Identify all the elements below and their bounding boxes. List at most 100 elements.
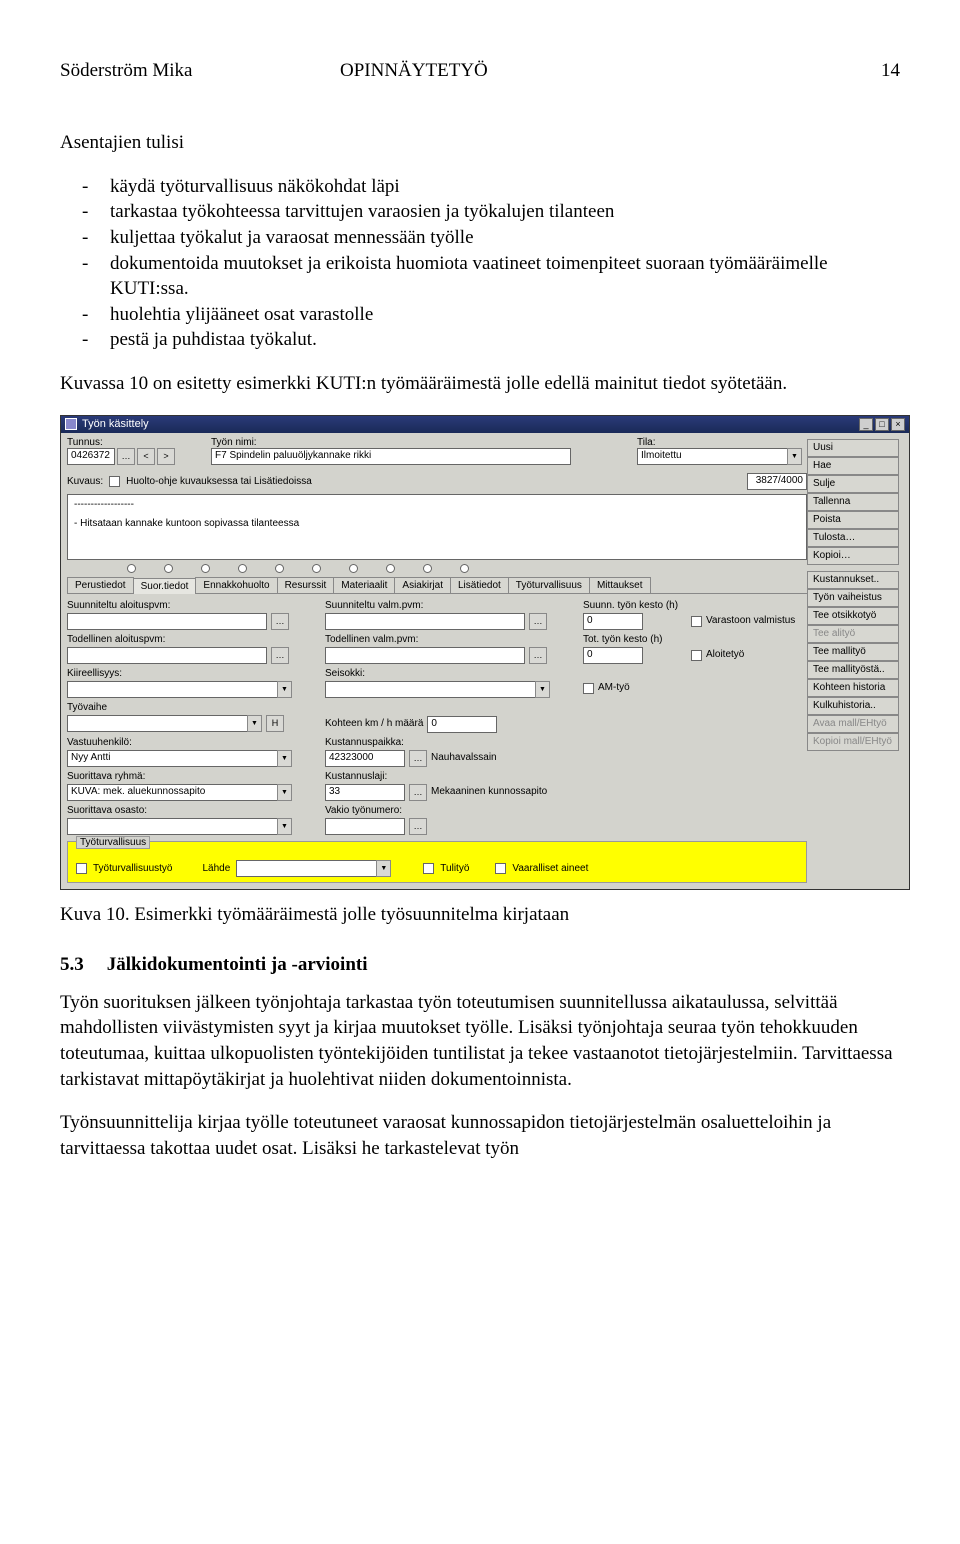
kopioi-button[interactable]: Kopioi… [807, 547, 899, 565]
kustlaji-input[interactable]: 33 [325, 784, 405, 801]
vakiono-input[interactable] [325, 818, 405, 835]
vakiono-browse-button[interactable]: … [409, 818, 427, 835]
date-picker-button[interactable]: … [271, 647, 289, 664]
ttv-title: Työturvallisuus [76, 836, 150, 849]
kustpaikka-input[interactable]: 42323000 [325, 750, 405, 767]
tab-mittaukset[interactable]: Mittaukset [589, 577, 651, 593]
var-valm-checkbox[interactable] [691, 616, 702, 627]
intro-text: Asentajien tulisi [60, 130, 900, 156]
radio-option[interactable] [127, 564, 136, 573]
tunnus-prev-button[interactable]: < [137, 448, 155, 465]
radio-option[interactable] [201, 564, 210, 573]
tab-asiakirjat[interactable]: Asiakirjat [394, 577, 451, 593]
figure-caption: Kuva 10. Esimerkki työmääräimestä jolle … [60, 904, 900, 926]
suun-valm-label: Suunniteltu valm.pvm: [325, 600, 573, 611]
maximize-button[interactable]: □ [875, 418, 889, 431]
para-2: Työnsuunnittelija kirjaa työlle toteutun… [60, 1110, 900, 1161]
kiire-dropdown[interactable]: ▼ [67, 681, 315, 698]
tunnus-next-button[interactable]: > [157, 448, 175, 465]
radio-option[interactable] [460, 564, 469, 573]
radio-option[interactable] [423, 564, 432, 573]
suor-ryhma-label: Suorittava ryhmä: [67, 771, 315, 782]
amtyo-checkbox[interactable] [583, 683, 594, 694]
kuvaus-label: Kuvaus: [67, 476, 103, 487]
tulityo-label: Tulityö [440, 863, 469, 874]
tila-dropdown[interactable]: Ilmoitettu ▼ [637, 448, 807, 465]
date-picker-button[interactable]: … [271, 613, 289, 630]
avaa-mall-button[interactable]: Avaa mall/EHtyö [807, 715, 899, 733]
seisokki-dropdown[interactable]: ▼ [325, 681, 573, 698]
minimize-button[interactable]: _ [859, 418, 873, 431]
tunnus-label: Tunnus: [67, 437, 175, 448]
suun-alo-input[interactable] [67, 613, 267, 630]
hae-button[interactable]: Hae [807, 457, 899, 475]
kulkuhistoria-button[interactable]: Kulkuhistoria.. [807, 697, 899, 715]
suun-kesto-label: Suunn. työn kesto (h) [583, 600, 807, 611]
tab-tyoturvallisuus[interactable]: Työturvallisuus [508, 577, 590, 593]
radio-option[interactable] [238, 564, 247, 573]
kustlaji-browse-button[interactable]: … [409, 784, 427, 801]
tab-materiaalit[interactable]: Materiaalit [333, 577, 395, 593]
close-button[interactable]: × [891, 418, 905, 431]
suun-valm-input[interactable] [325, 613, 525, 630]
km-input[interactable]: 0 [427, 716, 497, 733]
kopioi-mall-button[interactable]: Kopioi mall/EHtyö [807, 733, 899, 751]
kuvaus-counter: 3827/4000 [747, 473, 807, 490]
alityo-button[interactable]: Tee alityö [807, 625, 899, 643]
tod-alo-input[interactable] [67, 647, 267, 664]
tab-perustiedot[interactable]: Perustiedot [67, 577, 134, 593]
radio-row [67, 560, 807, 577]
tulityo-checkbox[interactable] [423, 863, 434, 874]
vaar-checkbox[interactable] [495, 863, 506, 874]
kustpaikka-browse-button[interactable]: … [409, 750, 427, 767]
otsikkotyo-button[interactable]: Tee otsikkotyö [807, 607, 899, 625]
tot-kesto-input[interactable]: 0 [583, 647, 643, 664]
kuvaus-textarea[interactable]: ------------------ - Hitsataan kannake k… [67, 494, 807, 560]
chevron-down-icon: ▼ [247, 715, 262, 732]
kustannukset-button[interactable]: Kustannukset.. [807, 571, 899, 589]
ttv-lahde-label: Lähde [202, 863, 230, 874]
tallenna-button[interactable]: Tallenna [807, 493, 899, 511]
vakiono-label: Vakio työnumero: [325, 805, 807, 816]
uusi-button[interactable]: Uusi [807, 439, 899, 457]
bullet-item: dokumentoida muutokset ja erikoista huom… [82, 251, 900, 302]
aloitetyo-checkbox[interactable] [691, 650, 702, 661]
var-valm-label: Varastoon valmistus [706, 615, 795, 626]
sulje-button[interactable]: Sulje [807, 475, 899, 493]
tod-valm-input[interactable] [325, 647, 525, 664]
suor-ryhma-dropdown[interactable]: KUVA: mek. aluekunnossapito▼ [67, 784, 315, 801]
tyovaihe-h-button[interactable]: H [266, 715, 284, 732]
tyovaihe-dropdown[interactable]: ▼ [67, 715, 262, 732]
kustpaikka-text: Nauhavalssain [431, 752, 497, 763]
ttv-checkbox[interactable] [76, 863, 87, 874]
ttv-lahde-dropdown[interactable]: ▼ [236, 860, 391, 877]
poista-button[interactable]: Poista [807, 511, 899, 529]
tunnus-input[interactable]: 0426372 [67, 448, 115, 465]
tab-lisatiedot[interactable]: Lisätiedot [450, 577, 509, 593]
tab-resurssit[interactable]: Resurssit [277, 577, 335, 593]
date-picker-button[interactable]: … [529, 647, 547, 664]
radio-option[interactable] [275, 564, 284, 573]
kohteen-historia-button[interactable]: Kohteen historia [807, 679, 899, 697]
suor-osasto-dropdown[interactable]: ▼ [67, 818, 315, 835]
bullet-list: käydä työturvallisuus näkökohdat läpi ta… [82, 174, 900, 353]
radio-option[interactable] [349, 564, 358, 573]
radio-option[interactable] [386, 564, 395, 573]
radio-option[interactable] [312, 564, 321, 573]
kuvaus-checkbox[interactable] [109, 476, 120, 487]
vaiheistus-button[interactable]: Työn vaiheistus [807, 589, 899, 607]
tunnus-browse-button[interactable]: … [117, 448, 135, 465]
tab-ennakkohuolto[interactable]: Ennakkohuolto [195, 577, 277, 593]
mallityosta-button[interactable]: Tee mallityöstä.. [807, 661, 899, 679]
tot-kesto-label: Tot. työn kesto (h) [583, 634, 807, 645]
tulosta-button[interactable]: Tulosta… [807, 529, 899, 547]
chevron-down-icon: ▼ [535, 681, 550, 698]
tab-suortiedot[interactable]: Suor.tiedot [133, 578, 197, 594]
mallityo-button[interactable]: Tee mallityö [807, 643, 899, 661]
tila-label: Tila: [637, 437, 807, 448]
vastuu-dropdown[interactable]: Nyy Antti▼ [67, 750, 315, 767]
date-picker-button[interactable]: … [529, 613, 547, 630]
tyonimi-input[interactable]: F7 Spindelin paluuöljykannake rikki [211, 448, 571, 465]
suun-kesto-input[interactable]: 0 [583, 613, 643, 630]
radio-option[interactable] [164, 564, 173, 573]
